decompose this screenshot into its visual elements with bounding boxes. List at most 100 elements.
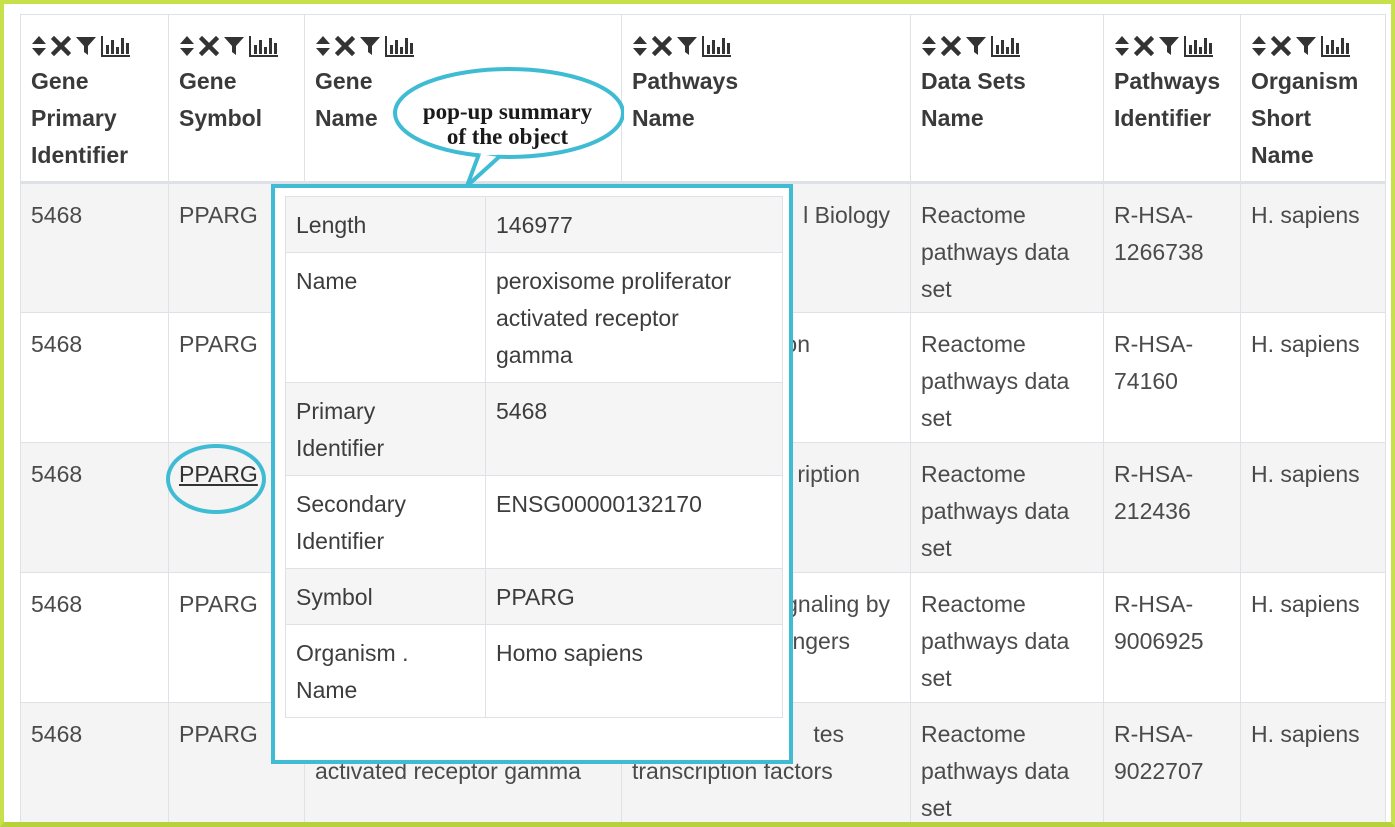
- cell-line: set: [921, 535, 952, 561]
- summary-key-line: Identifier: [296, 528, 385, 554]
- sort-icon[interactable]: [315, 35, 331, 57]
- sort-icon[interactable]: [921, 35, 937, 57]
- cell-pathway-id: R-HSA- 1266738: [1103, 182, 1241, 313]
- summary-key: Organism . Name: [285, 624, 486, 718]
- callout-line-1: pop-up summary: [422, 99, 593, 124]
- cell-dataset: Reactome pathways data set: [910, 442, 1104, 573]
- column-header: Pathways Name: [621, 14, 911, 184]
- cell-pathway-id: R-HSA- 74160: [1103, 312, 1241, 443]
- bar-chart-icon[interactable]: [249, 35, 279, 57]
- column-tools: [1114, 29, 1230, 63]
- filter-icon[interactable]: [359, 35, 381, 57]
- close-icon[interactable]: [1134, 36, 1154, 56]
- column-title-line: Short: [1251, 105, 1312, 131]
- bar-chart-icon[interactable]: [1321, 35, 1351, 57]
- column-title-line: Gene: [179, 68, 237, 94]
- cell-line: set: [921, 665, 952, 691]
- screenshot-frame: Gene Primary Identifier Gene Symbol Gene Nam…: [0, 0, 1395, 827]
- summary-value-line: 5468: [496, 398, 548, 424]
- cell-line: set: [921, 795, 952, 821]
- summary-key-line: Organism .: [296, 640, 409, 666]
- sort-icon[interactable]: [1251, 35, 1267, 57]
- filter-icon[interactable]: [1295, 35, 1317, 57]
- summary-value-line: ENSG00000132170: [496, 491, 702, 517]
- bar-chart-icon[interactable]: [385, 35, 415, 57]
- filter-icon[interactable]: [965, 35, 987, 57]
- summary-key: Symbol: [285, 568, 486, 625]
- summary-row: Secondary Identifier ENSG00000132170: [285, 475, 783, 569]
- summary-key-line: Length: [296, 212, 367, 238]
- column-tools: [1251, 29, 1375, 63]
- bar-chart-icon[interactable]: [991, 35, 1021, 57]
- column-tools: [315, 29, 611, 63]
- close-icon[interactable]: [335, 36, 355, 56]
- summary-value: peroxisome proliferator activated recepto…: [485, 252, 783, 383]
- cell-line: 1266738: [1114, 239, 1204, 265]
- close-icon[interactable]: [941, 36, 961, 56]
- sort-icon[interactable]: [179, 35, 195, 57]
- column-title-line: Name: [921, 105, 984, 131]
- bar-chart-icon[interactable]: [1184, 35, 1214, 57]
- summary-key-line: Symbol: [296, 584, 373, 610]
- column-header: Pathways Identifier: [1103, 14, 1241, 184]
- sort-icon[interactable]: [632, 35, 648, 57]
- cell-organism: H. sapiens: [1240, 702, 1386, 822]
- summary-value: 5468: [485, 382, 783, 476]
- column-title-line: Identifier: [1114, 105, 1212, 131]
- column-title-line: Pathways: [632, 68, 739, 94]
- cell-line: R-HSA-: [1114, 331, 1194, 357]
- close-icon[interactable]: [1271, 36, 1291, 56]
- summary-value-line: gamma: [496, 342, 573, 368]
- close-icon[interactable]: [199, 36, 219, 56]
- summary-key-line: Primary: [296, 398, 376, 424]
- summary-value-line: PPARG: [496, 584, 575, 610]
- cell-line: pathways data: [921, 239, 1070, 265]
- filter-icon[interactable]: [75, 35, 97, 57]
- cell-line: 9022707: [1114, 758, 1204, 784]
- sort-icon[interactable]: [31, 35, 47, 57]
- callout-line-2: of the object: [446, 124, 569, 149]
- filter-icon[interactable]: [1158, 35, 1180, 57]
- summary-row: Organism . Name Homo sapiens: [285, 624, 783, 718]
- column-tools: [31, 29, 158, 63]
- cell-line: pathways data: [921, 628, 1070, 654]
- cell-organism: H. sapiens: [1240, 572, 1386, 703]
- cell-organism: H. sapiens: [1240, 312, 1386, 443]
- column-title-line: Pathways: [1114, 68, 1221, 94]
- sort-icon[interactable]: [1114, 35, 1130, 57]
- close-icon[interactable]: [652, 36, 672, 56]
- summary-value-line: Homo sapiens: [496, 640, 644, 666]
- bar-chart-icon[interactable]: [702, 35, 732, 57]
- cell-dataset: Reactome pathways data set: [910, 572, 1104, 703]
- cell-line: pathways data: [921, 368, 1070, 394]
- column-title-line: Name: [632, 105, 695, 131]
- summary-key: Name: [285, 252, 486, 383]
- column-header: Gene Primary Identifier: [20, 14, 169, 184]
- column-tools: [921, 29, 1093, 63]
- close-icon[interactable]: [51, 36, 71, 56]
- summary-row: Symbol PPARG: [285, 568, 783, 625]
- filter-icon[interactable]: [223, 35, 245, 57]
- symbol-link[interactable]: PPARG: [179, 331, 258, 357]
- summary-value: 146977: [485, 196, 783, 253]
- cell-line: pathways data: [921, 498, 1070, 524]
- highlight-circle: [166, 444, 266, 514]
- column-header: Organism Short Name: [1240, 14, 1386, 184]
- summary-row: Primary Identifier 5468: [285, 382, 783, 476]
- symbol-link[interactable]: PPARG: [179, 591, 258, 617]
- cell-primary-id: 5468: [20, 572, 169, 703]
- header-row: Gene Primary Identifier Gene Symbol Gene Nam…: [20, 14, 1386, 184]
- cell-primary-id: 5468: [20, 442, 169, 573]
- cell-line: Reactome: [921, 721, 1026, 747]
- symbol-link[interactable]: PPARG: [179, 721, 258, 747]
- symbol-link[interactable]: PPARG: [179, 202, 258, 228]
- cell-line: pathways data: [921, 758, 1070, 784]
- column-title-line: Identifier: [31, 142, 129, 168]
- cell-line: R-HSA-: [1114, 721, 1194, 747]
- summary-value-line: peroxisome proliferator: [496, 268, 732, 294]
- cell-line: Reactome: [921, 591, 1026, 617]
- cell-line: Reactome: [921, 331, 1026, 357]
- summary-key: Primary Identifier: [285, 382, 486, 476]
- bar-chart-icon[interactable]: [101, 35, 131, 57]
- filter-icon[interactable]: [676, 35, 698, 57]
